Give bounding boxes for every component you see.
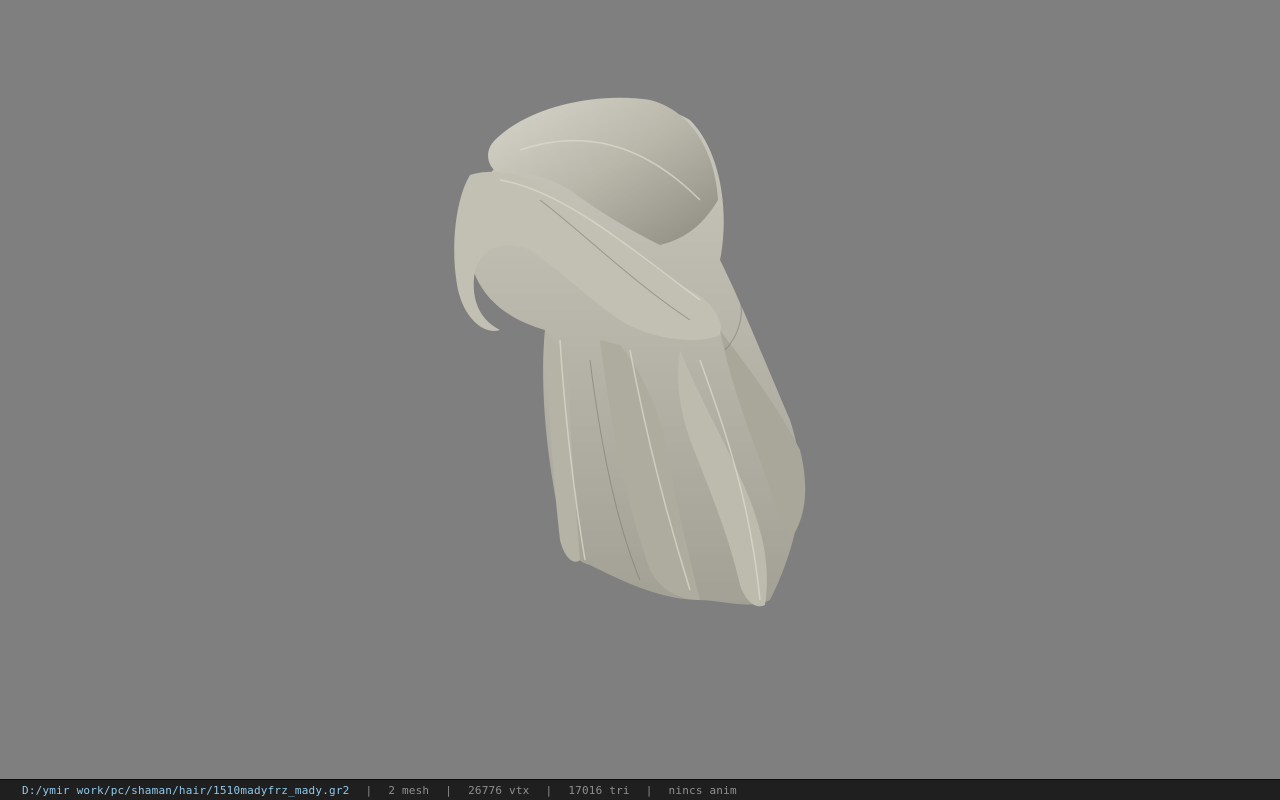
separator: |: [545, 783, 553, 797]
file-path: D:/ymir work/pc/shaman/hair/1510madyfrz_…: [22, 783, 350, 797]
separator: |: [445, 783, 453, 797]
hair-model-render[interactable]: [0, 0, 1280, 779]
status-bar: D:/ymir work/pc/shaman/hair/1510madyfrz_…: [0, 779, 1280, 800]
triangle-count: 17016 tri: [568, 783, 630, 797]
separator: |: [645, 783, 653, 797]
vertex-count: 26776 vtx: [468, 783, 530, 797]
separator: |: [365, 783, 373, 797]
animation-status: nincs anim: [668, 783, 737, 797]
3d-viewport[interactable]: [0, 0, 1280, 779]
mesh-count: 2 mesh: [388, 783, 430, 797]
